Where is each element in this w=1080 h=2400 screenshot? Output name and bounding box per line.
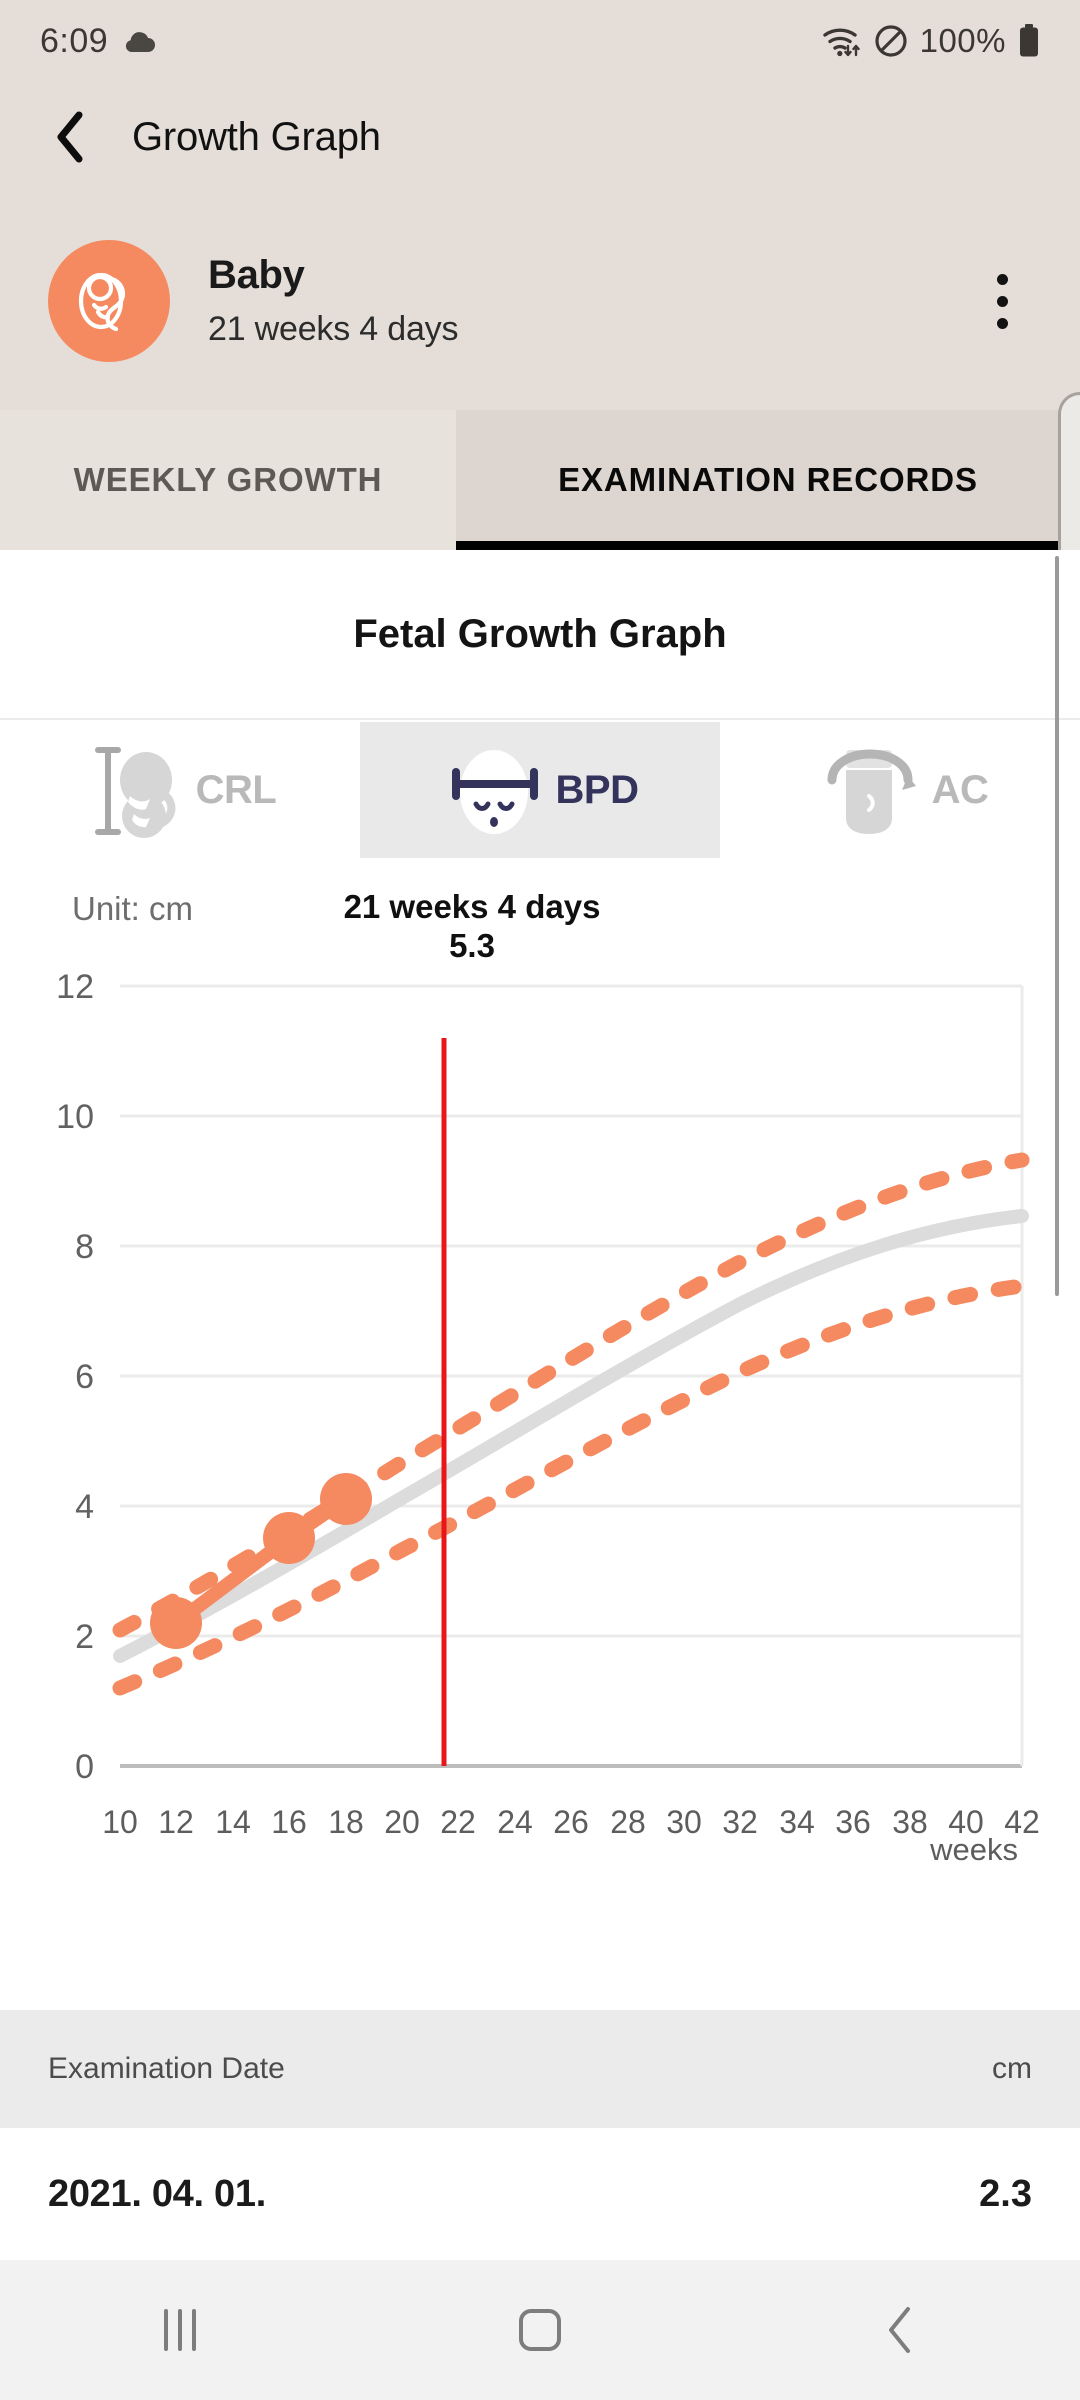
svg-text:8: 8 [75,1228,94,1266]
do-not-disturb-icon [874,24,908,58]
page-scrollbar[interactable] [1055,556,1059,1296]
svg-text:16: 16 [271,1804,307,1840]
wifi-icon [822,24,862,58]
home-icon[interactable] [460,2260,620,2400]
kebab-dot [996,273,1008,285]
metric-tab-crl[interactable]: CRL [0,722,360,858]
svg-text:18: 18 [328,1804,364,1840]
metric-tab-ac[interactable]: AC [720,722,1080,858]
tab-active-indicator [456,541,1080,550]
y-axis-tick-labels: 12 10 8 6 4 2 0 [56,968,94,1786]
svg-text:26: 26 [553,1804,589,1840]
back-chevron-icon[interactable] [48,111,92,163]
baby-name: Baby [208,253,305,297]
svg-text:38: 38 [892,1804,928,1840]
records-header-date: Examination Date [48,2052,285,2085]
svg-text:30: 30 [666,1804,702,1840]
fetus-avatar-icon [48,240,170,362]
records-header-unit: cm [992,2052,1032,2085]
svg-text:34: 34 [779,1804,815,1840]
svg-text:12: 12 [158,1804,194,1840]
growth-chart: Unit: cm 12 10 8 6 4 2 0 10 12 14 16 18 … [0,858,1080,1980]
app-bar: Growth Graph [0,82,1080,192]
data-point-marker [320,1473,372,1525]
measured-series-line [169,1492,353,1630]
tab-weekly-growth-label: WEEKLY GROWTH [73,461,383,498]
baby-info: Baby 21 weeks 4 days [208,253,972,349]
svg-text:2: 2 [75,1618,94,1656]
current-week-value: 5.3 [449,926,495,964]
chart-plot-area: 12 10 8 6 4 2 0 10 12 14 16 18 20 22 24 … [56,968,1040,1840]
page-title: Growth Graph [132,114,381,159]
tab-weekly-growth[interactable]: WEEKLY GROWTH [0,410,456,550]
nav-back-icon[interactable] [820,2260,980,2400]
data-point-marker [150,1597,202,1649]
svg-text:22: 22 [440,1804,476,1840]
status-clock: 6:09 [40,21,109,60]
data-point-marker [263,1512,315,1564]
metric-tab-bpd-label: BPD [555,767,639,812]
svg-text:20: 20 [384,1804,420,1840]
svg-text:32: 32 [722,1804,758,1840]
svg-text:28: 28 [610,1804,646,1840]
home-square [519,2309,561,2351]
records-table-header: Examination Date cm [0,2010,1080,2128]
reference-lower-curve [112,1278,1030,1696]
baby-gestational-age: 21 weeks 4 days [208,310,459,348]
battery-icon [1018,24,1040,58]
tab-bar: WEEKLY GROWTH EXAMINATION RECORDS [0,410,1080,550]
recents-bar [178,2309,182,2351]
chart-title: Fetal Growth Graph [353,611,727,656]
record-value: 2.3 [979,2172,1032,2215]
chart-card-header: Fetal Growth Graph [0,550,1080,720]
metric-tab-ac-label: AC [931,767,989,812]
svg-text:10: 10 [56,1098,94,1136]
bpd-head-icon [442,734,554,846]
recents-bar [164,2309,168,2351]
kebab-dot [996,317,1008,329]
status-bar-right: 100% [822,22,1040,60]
x-axis-tick-labels: 10 12 14 16 18 20 22 24 26 28 30 32 34 3… [102,1804,1040,1840]
crl-fetus-icon [84,734,194,846]
kebab-dot [996,295,1008,307]
tab-examination-records[interactable]: EXAMINATION RECORDS [456,410,1080,550]
svg-text:12: 12 [56,968,94,1006]
svg-text:4: 4 [75,1488,94,1526]
record-date: 2021. 04. 01. [48,2172,266,2215]
metric-tab-bpd[interactable]: BPD [360,722,720,858]
svg-text:10: 10 [102,1804,138,1840]
reference-mean-curve [113,1209,1029,1663]
system-nav-bar [0,2260,1080,2400]
table-row[interactable]: 2021. 04. 01. 2.3 [0,2128,1080,2260]
recents-icon[interactable] [100,2260,260,2400]
svg-text:36: 36 [835,1804,871,1840]
current-week-label: 21 weeks 4 days [343,888,601,925]
current-week-annotation: 21 weeks 4 days 5.3 [0,888,1080,966]
battery-percent-label: 100% [919,22,1006,59]
status-bar: 6:09 100% [0,0,1080,82]
svg-text:6: 6 [75,1358,94,1396]
svg-text:0: 0 [75,1748,94,1786]
recents-bar [192,2309,196,2351]
status-bar-left: 6:09 [40,22,156,61]
svg-text:14: 14 [215,1804,251,1840]
cloud-icon [122,28,156,54]
metric-tab-crl-label: CRL [195,767,277,812]
more-vertical-icon[interactable] [972,261,1032,341]
baby-profile-row[interactable]: Baby 21 weeks 4 days [0,192,1080,410]
ac-abdomen-icon [812,734,930,846]
svg-text:24: 24 [497,1804,533,1840]
metric-selector: CRL BPD AC [0,722,1080,858]
x-axis-caption: weeks [930,1832,1018,1867]
tab-examination-records-label: EXAMINATION RECORDS [558,461,978,498]
phone-screen: 6:09 100% Growth Graph Baby 21 weeks 4 d… [0,0,1080,2400]
